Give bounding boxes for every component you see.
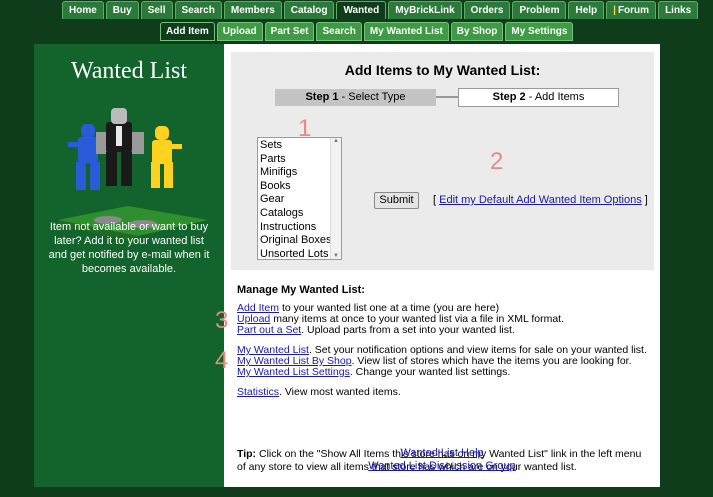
scroll-down-icon[interactable]: ▼ [331,253,341,259]
edit-default-options: [ Edit my Default Add Wanted Item Option… [433,194,648,206]
add-items-title: Add Items to My Wanted List: [344,62,541,78]
step-1-label: Step 1 [305,91,339,103]
statistics-desc: . View most wanted items. [279,386,401,398]
nav-tab-forum[interactable]: | Forum [606,1,657,19]
step-1-indicator: Step 1 - Select Type [275,89,436,106]
settings-link[interactable]: My Wanted List Settings [237,366,350,378]
subnav-tab-my-wanted-list[interactable]: My Wanted List [363,22,449,41]
manage-row-part-out: Part out a Set. Upload parts from a set … [237,324,515,336]
top-nav: Home Buy Sell Search Members Catalog Wan… [62,1,700,20]
item-type-option[interactable]: Original Boxes [260,234,339,248]
settings-desc: . Change your wanted list settings. [349,366,511,378]
subnav-tab-add-item[interactable]: Add Item [160,22,215,41]
forum-marker-icon: | [613,5,616,16]
item-type-listbox[interactable]: Sets Parts Minifigs Books Gear Catalogs … [257,137,342,260]
annotation-1: 1 [298,115,312,142]
scroll-up-icon[interactable]: ▲ [331,138,341,144]
nav-tab-members[interactable]: Members [223,1,282,19]
subnav-tab-search[interactable]: Search [316,22,362,41]
wanted-list-discussion-link[interactable]: Wanted List Discussion Group [368,460,516,472]
left-panel-title: Wanted List [70,58,188,84]
sub-nav: Add Item Upload Part Set Search My Wante… [160,22,575,42]
annotation-4: 4 [215,347,229,374]
subnav-tab-my-settings[interactable]: My Settings [505,22,574,41]
manage-row-statistics: Statistics. View most wanted items. [237,386,401,398]
item-type-option[interactable]: Instructions [260,221,339,235]
left-panel-blurb: Item not available or want to buy later?… [48,221,210,275]
manage-heading: Manage My Wanted List: [237,284,365,296]
listbox-scrollbar[interactable]: ▲ ▼ [330,138,341,259]
nav-tab-problem[interactable]: Problem [512,1,567,19]
nav-tab-mybricklink[interactable]: MyBrickLink [388,1,462,19]
annotation-2: 2 [490,148,504,175]
nav-tab-wanted[interactable]: Wanted [336,1,387,19]
step-2-label: Step 2 [492,91,526,103]
forum-label: Forum [617,5,650,16]
nav-tab-search[interactable]: Search [174,1,222,19]
item-type-option[interactable]: Minifigs [260,166,339,180]
nav-tab-orders[interactable]: Orders [463,1,511,19]
item-type-option[interactable]: Parts [260,153,339,167]
main-content: Add Items to My Wanted List: Step 1 - Se… [215,44,660,487]
footer-links: Wanted List Help Wanted List Discussion … [224,447,660,473]
step-connector [436,96,458,98]
nav-tab-help[interactable]: Help [568,1,605,19]
submit-button[interactable]: Submit [374,192,419,209]
nav-tab-sell[interactable]: Sell [140,1,173,19]
manage-row-settings: My Wanted List Settings. Change your wan… [237,366,510,378]
part-out-set-link[interactable]: Part out a Set [237,324,301,336]
subnav-tab-by-shop[interactable]: By Shop [450,22,504,41]
subnav-tab-part-set[interactable]: Part Set [264,22,315,41]
nav-tab-home[interactable]: Home [62,1,104,19]
item-type-option[interactable]: Catalogs [260,207,339,221]
nav-tab-catalog[interactable]: Catalog [283,1,335,19]
edit-bracket-close: ] [641,194,648,206]
item-type-option[interactable]: Books [260,180,339,194]
subnav-tab-upload[interactable]: Upload [216,22,263,41]
item-type-option[interactable]: Gear [260,193,339,207]
nav-tab-buy[interactable]: Buy [105,1,139,19]
annotation-3: 3 [215,307,229,334]
statistics-link[interactable]: Statistics [237,386,279,398]
step-2-text: - Add Items [525,91,585,103]
nav-tab-links[interactable]: Links [658,1,699,19]
left-panel: Wanted List Item not available or want t… [34,44,224,487]
step-2-indicator: Step 2 - Add Items [458,88,619,107]
edit-default-options-link[interactable]: Edit my Default Add Wanted Item Options [439,194,642,206]
wanted-list-help-link[interactable]: Wanted List Help [400,447,483,459]
step-1-text: - Select Type [338,91,406,103]
part-out-set-desc: . Upload parts from a set into your want… [301,324,515,336]
add-items-panel: Add Items to My Wanted List: Step 1 - Se… [231,52,654,270]
item-type-option[interactable]: Unsorted Lots [260,248,339,259]
